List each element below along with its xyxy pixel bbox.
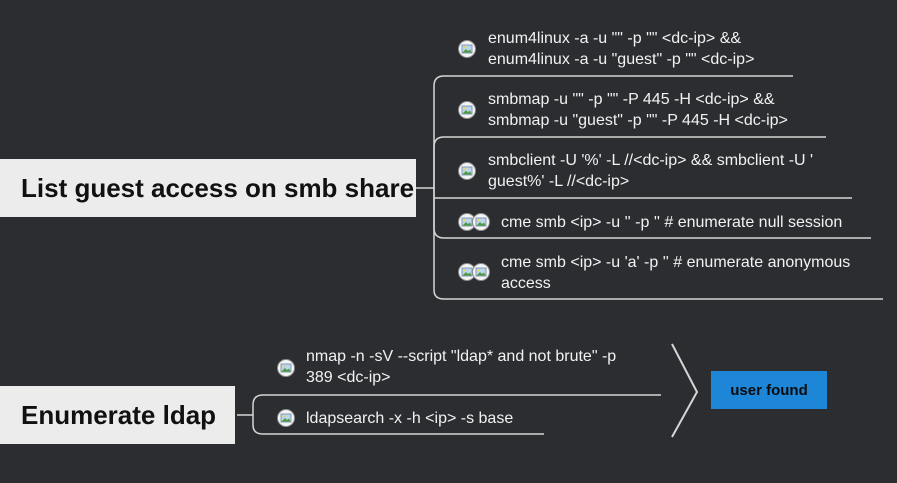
command-line-2: smbmap -u "guest" -p "" -P 445 -H <dc-ip…	[488, 112, 788, 129]
command-line-2: guest%' -L //<dc-ip>	[488, 173, 630, 190]
image-icon	[277, 359, 295, 377]
list-item[interactable]: cme smb <ip> -u '' -p '' # enumerate nul…	[501, 212, 842, 233]
command-line-1: cme smb <ip> -u '' -p '' # enumerate nul…	[501, 214, 843, 231]
command-line-1: smbmap -u "" -p "" -P 445 -H <dc-ip> &&	[488, 91, 775, 108]
command-line-1: nmap -n -sV --script "ldap* and not brut…	[306, 348, 617, 365]
image-icon	[277, 409, 295, 427]
result-label: user found	[730, 381, 808, 399]
list-item[interactable]: enum4linux -a -u "" -p "" <dc-ip> && enu…	[488, 28, 754, 70]
image-icon	[458, 162, 476, 180]
command-line-1: smbclient -U '%' -L //<dc-ip> && smbclie…	[488, 152, 814, 169]
command-line-2: enum4linux -a -u "guest" -p "" <dc-ip>	[488, 51, 755, 68]
list-item[interactable]: smbmap -u "" -p "" -P 445 -H <dc-ip> && …	[488, 89, 788, 131]
image-icon	[458, 101, 476, 119]
image-icon	[458, 40, 476, 58]
result-node[interactable]: user found	[711, 371, 827, 409]
command-line-1: ldapsearch -x -h <ip> -s base	[306, 410, 514, 427]
command-line-1: enum4linux -a -u "" -p "" <dc-ip> &&	[488, 30, 742, 47]
root-node-title: Enumerate ldap	[21, 399, 217, 430]
command-line-1: cme smb <ip> -u 'a' -p '' # enumerate an…	[501, 254, 851, 271]
root-node-smb[interactable]: List guest access on smb share	[0, 159, 416, 217]
list-item[interactable]: nmap -n -sV --script "ldap* and not brut…	[306, 346, 616, 388]
command-line-2: access	[501, 275, 551, 292]
root-node-title: List guest access on smb share	[21, 172, 415, 203]
image-icon	[472, 263, 490, 281]
image-icon	[472, 213, 490, 231]
list-item[interactable]: smbclient -U '%' -L //<dc-ip> && smbclie…	[488, 150, 813, 192]
root-node-ldap[interactable]: Enumerate ldap	[0, 386, 235, 444]
list-item[interactable]: ldapsearch -x -h <ip> -s base	[306, 408, 513, 429]
command-line-2: 389 <dc-ip>	[306, 369, 391, 386]
list-item[interactable]: cme smb <ip> -u 'a' -p '' # enumerate an…	[501, 252, 850, 294]
